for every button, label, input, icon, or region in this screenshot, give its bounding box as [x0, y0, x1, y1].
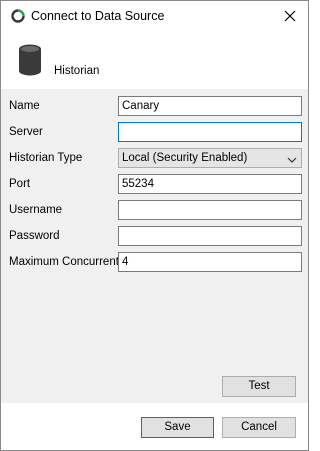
close-icon[interactable]: [276, 3, 304, 29]
max-concurrent-label: Maximum Concurrent: [9, 256, 119, 268]
server-field[interactable]: [118, 122, 302, 142]
max-concurrent-row: Maximum Concurrent: [1, 252, 308, 274]
dialog-header: Historian: [1, 33, 308, 89]
password-field[interactable]: [118, 226, 302, 246]
chevron-down-icon: [287, 154, 297, 163]
title-bar: Connect to Data Source: [1, 1, 308, 33]
connect-dialog: Connect to Data Source Historian Name Se…: [0, 0, 309, 451]
server-label: Server: [9, 126, 43, 138]
database-icon: [18, 44, 42, 76]
password-row: Password: [1, 226, 308, 248]
historian-type-label: Historian Type: [9, 152, 83, 164]
historian-type-select[interactable]: Local (Security Enabled): [118, 148, 302, 168]
historian-type-value: Local (Security Enabled): [122, 152, 248, 164]
app-icon: [11, 9, 25, 23]
username-field[interactable]: [118, 200, 302, 220]
window-title: Connect to Data Source: [31, 9, 165, 23]
max-concurrent-field[interactable]: [118, 252, 302, 272]
port-label: Port: [9, 178, 31, 190]
name-row: Name: [1, 96, 308, 118]
server-row: Server: [1, 122, 308, 144]
password-label: Password: [9, 230, 60, 242]
name-field[interactable]: [118, 96, 302, 116]
username-row: Username: [1, 200, 308, 222]
historian-type-row: Historian Type Local (Security Enabled): [1, 148, 308, 170]
port-field[interactable]: [118, 174, 302, 194]
cancel-button[interactable]: Cancel: [222, 417, 296, 438]
username-label: Username: [9, 204, 63, 216]
port-row: Port: [1, 174, 308, 196]
name-label: Name: [9, 100, 40, 112]
header-label: Historian: [54, 65, 100, 77]
dialog-footer: Save Cancel: [1, 403, 308, 450]
save-button[interactable]: Save: [141, 417, 214, 438]
test-button[interactable]: Test: [222, 376, 296, 397]
